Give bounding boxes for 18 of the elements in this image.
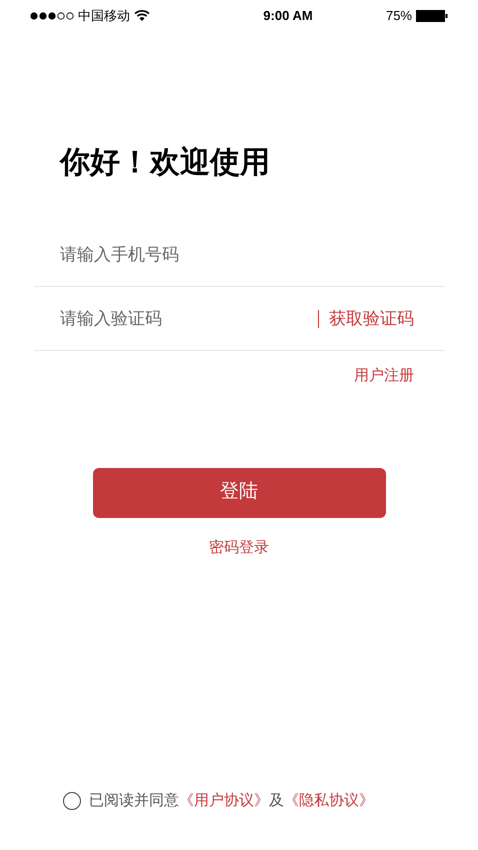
agreement-text: 已阅读并同意 <box>89 790 179 810</box>
welcome-title: 你好！欢迎使用 <box>60 145 270 181</box>
carrier-name: 中国移动 <box>78 7 130 26</box>
password-login-link[interactable]: 密码登录 <box>209 536 269 559</box>
code-input[interactable]: 请输入验证码 <box>34 287 318 350</box>
get-code-link[interactable]: 获取验证码 <box>319 306 444 332</box>
agree-checkbox[interactable] <box>63 792 81 810</box>
agreement-connector: 及 <box>269 790 284 810</box>
phone-input[interactable]: 请输入手机号码 <box>34 223 444 287</box>
register-link[interactable]: 用户注册 <box>354 365 414 388</box>
login-button[interactable]: 登陆 <box>92 468 386 518</box>
user-agreement-link[interactable]: 《用户协议》 <box>179 790 269 812</box>
battery-icon <box>416 10 448 22</box>
signal-icon <box>30 12 74 20</box>
privacy-agreement-link[interactable]: 《隐私协议》 <box>284 790 374 812</box>
status-time: 9:00 AM <box>263 7 313 26</box>
wifi-icon <box>134 10 150 22</box>
battery-percent: 75% <box>386 7 412 26</box>
